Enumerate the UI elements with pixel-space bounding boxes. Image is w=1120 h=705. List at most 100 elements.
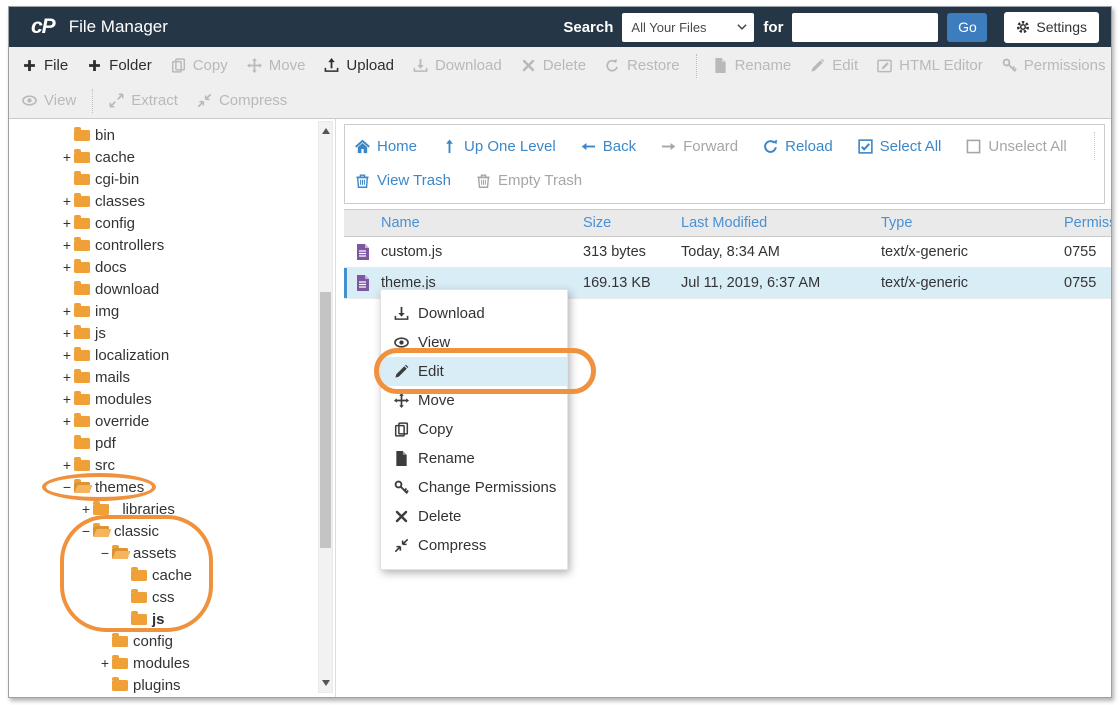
tree-expander[interactable]: + [60,458,74,472]
menu-item-edit[interactable]: Edit [381,357,567,386]
toolbar-item-folder[interactable]: Folder [87,57,152,74]
go-button[interactable]: Go [947,13,987,42]
toolbar-item-file[interactable]: File [22,57,68,74]
menu-item-copy[interactable]: Copy [381,415,567,444]
menu-item-change-permissions[interactable]: Change Permissions [381,473,567,502]
tree-expander[interactable]: + [60,260,74,274]
tree-item-modules[interactable]: +modules [9,652,335,674]
eye-icon [394,335,409,350]
compress-icon [197,93,212,108]
file-icon-cell [356,275,370,291]
tree-item-classic[interactable]: −classic [9,520,335,542]
tree-item-label: cache [95,149,135,166]
tree-expander[interactable]: + [60,194,74,208]
nav-row-1: Home Up One Level Back Forward Reload Select … [355,129,1104,163]
table-header-row: NameSizeLast ModifiedTypePermissions [344,209,1111,237]
tree-item-config[interactable]: config [9,630,335,652]
tree-item-src[interactable]: +src [9,454,335,476]
tree-item-css[interactable]: css [9,586,335,608]
toolbar-item-restore-label: Restore [627,57,680,74]
folder-icon [131,570,147,581]
menu-item-compress[interactable]: Compress [381,531,567,560]
menu-item-label: Edit [418,363,444,380]
nav-item-view-trash[interactable]: View Trash [355,172,451,189]
tree-item-modules[interactable]: +modules [9,388,335,410]
tree-expander[interactable]: + [60,150,74,164]
navigation-toolbar: Home Up One Level Back Forward Reload Select … [344,124,1105,204]
column-header-permissions[interactable]: Permissions [1064,215,1111,231]
tree-expander[interactable]: − [79,524,93,538]
menu-item-rename[interactable]: Rename [381,444,567,473]
menu-item-move[interactable]: Move [381,386,567,415]
scroll-down-icon[interactable] [322,680,330,686]
nav-item-home[interactable]: Home [355,138,417,155]
scroll-up-icon[interactable] [322,128,330,134]
nav-item-view-trash-label: View Trash [377,172,451,189]
toolbar-item-upload[interactable]: Upload [324,57,394,74]
tree-expander[interactable]: − [98,546,112,560]
nav-item-empty-trash-label: Empty Trash [498,172,582,189]
nav-item-back[interactable]: Back [581,138,636,155]
tree-item-override[interactable]: +override [9,410,335,432]
tree-item-label: css [152,589,175,606]
tree-expander[interactable]: + [98,656,112,670]
tree-expander[interactable]: + [60,216,74,230]
tree-scrollbar[interactable] [318,121,333,693]
column-header-size[interactable]: Size [583,215,681,231]
tree-expander[interactable]: + [60,304,74,318]
tree-item-cgi-bin[interactable]: cgi-bin [9,168,335,190]
tree-item-mails[interactable]: +mails [9,366,335,388]
search-scope-select[interactable]: All Your Files [622,13,754,42]
tree-expander[interactable]: + [60,348,74,362]
menu-item-delete[interactable]: Delete [381,502,567,531]
tree-item-download[interactable]: download [9,278,335,300]
nav-item-unselect-all[interactable]: Unselect All [966,138,1066,155]
table-row-custom.js[interactable]: custom.js313 bytesToday, 8:34 AMtext/x-g… [344,237,1111,268]
tree-item-assets[interactable]: −assets [9,542,335,564]
tree-item-themes[interactable]: −themes [9,476,335,498]
nav-item-forward[interactable]: Forward [661,138,738,155]
tree-item-bin[interactable]: bin [9,124,335,146]
toolbar-item-rename: Rename [713,57,792,74]
tree-item-js[interactable]: js [9,608,335,630]
menu-item-view[interactable]: View [381,328,567,357]
toolbar-row-2: ViewExtractCompress [22,83,1111,118]
search-input[interactable] [792,13,938,42]
nav-item-empty-trash[interactable]: Empty Trash [476,172,582,189]
tree-expander[interactable]: + [60,238,74,252]
nav-item-select-all[interactable]: Select All [858,138,942,155]
tree-item-pdf[interactable]: pdf [9,432,335,454]
tree-item-templates[interactable]: +templates [9,696,335,697]
tree-expander[interactable]: − [60,480,74,494]
settings-button[interactable]: Settings [1004,12,1099,43]
toolbar-item-html-editor-label: HTML Editor [899,57,983,74]
toolbar-item-view-label: View [44,92,76,109]
tree-expander[interactable]: + [60,326,74,340]
toolbar-item-move-label: Move [269,57,306,74]
tree-expander[interactable]: + [60,370,74,384]
tree-item-_libraries[interactable]: +_libraries [9,498,335,520]
tree-item-classes[interactable]: +classes [9,190,335,212]
menu-item-download[interactable]: Download [381,299,567,328]
tree-item-img[interactable]: +img [9,300,335,322]
tree-item-localization[interactable]: +localization [9,344,335,366]
menu-item-label: Change Permissions [418,479,556,496]
nav-item-up-one-level[interactable]: Up One Level [442,138,556,155]
tree-item-js[interactable]: +js [9,322,335,344]
tree-expander[interactable]: + [60,414,74,428]
tree-item-cache[interactable]: + cache [9,146,335,168]
tree-expander[interactable]: + [79,502,93,516]
tree-item-cache[interactable]: cache [9,564,335,586]
toolbar-item-edit: Edit [810,57,858,74]
nav-item-reload[interactable]: Reload [763,138,833,155]
tree-item-plugins[interactable]: plugins [9,674,335,696]
tree-item-config[interactable]: +config [9,212,335,234]
scrollbar-thumb[interactable] [320,292,331,548]
tree-item-controllers[interactable]: +controllers [9,234,335,256]
tree-item-docs[interactable]: +docs [9,256,335,278]
tree-expander[interactable]: + [60,392,74,406]
column-header-last-modified[interactable]: Last Modified [681,215,881,231]
column-header-type[interactable]: Type [881,215,1064,231]
upload-icon [324,58,339,73]
column-header-name[interactable]: Name [381,215,583,231]
